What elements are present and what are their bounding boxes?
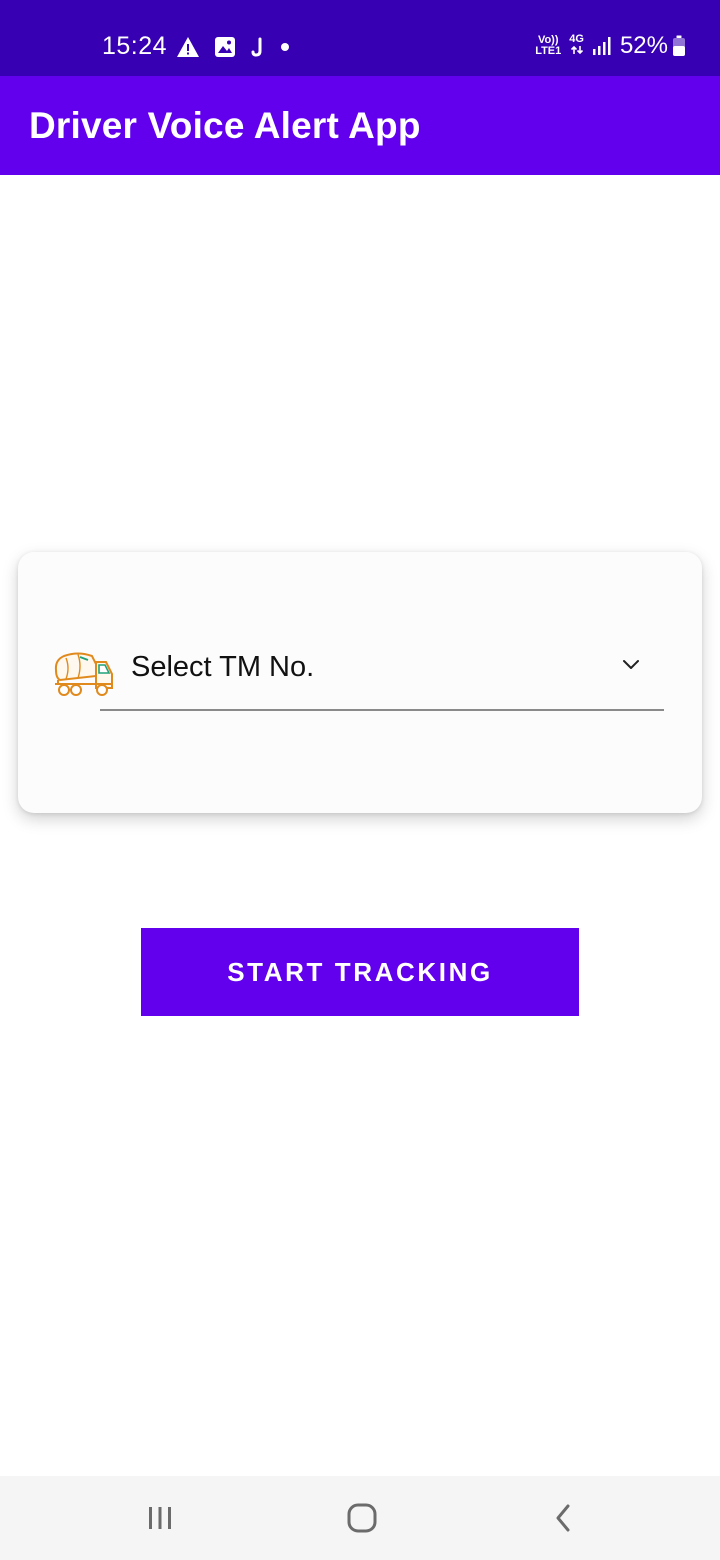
lte-label: LTE1 — [535, 45, 562, 57]
data-arrows-icon — [570, 45, 583, 55]
system-status-icons: Vo)) LTE1 4G 52% — [535, 30, 686, 62]
status-time: 15:24 — [102, 32, 168, 60]
back-icon[interactable] — [544, 1498, 584, 1538]
network-indicator: 4G — [569, 34, 584, 58]
chevron-down-icon — [622, 658, 640, 670]
gallery-icon — [214, 36, 236, 58]
warning-icon — [176, 36, 200, 58]
tm-number-dropdown[interactable]: Select TM No. — [100, 638, 664, 711]
battery-percent: 52% — [619, 32, 668, 59]
app-title: Driver Voice Alert App — [29, 105, 421, 146]
dropdown-underline — [100, 709, 664, 711]
app-bar: Driver Voice Alert App — [0, 76, 720, 175]
tm-number-placeholder: Select TM No. — [131, 651, 315, 683]
dot-icon — [280, 42, 290, 52]
system-navigation-bar — [0, 1476, 720, 1560]
notification-icons — [176, 34, 304, 60]
home-icon[interactable] — [342, 1498, 382, 1538]
network-type: 4G — [569, 33, 584, 45]
recent-apps-icon[interactable] — [140, 1498, 180, 1538]
signal-icon — [592, 37, 611, 55]
battery-icon — [673, 35, 685, 56]
app-notification-icon — [250, 36, 266, 58]
status-bar: 15:24 Vo)) LTE1 4G 52% — [0, 0, 720, 76]
start-tracking-button[interactable]: START TRACKING — [141, 928, 579, 1016]
tm-selection-card: Select TM No. — [18, 552, 702, 813]
volte-indicator: Vo)) LTE1 — [535, 35, 561, 57]
